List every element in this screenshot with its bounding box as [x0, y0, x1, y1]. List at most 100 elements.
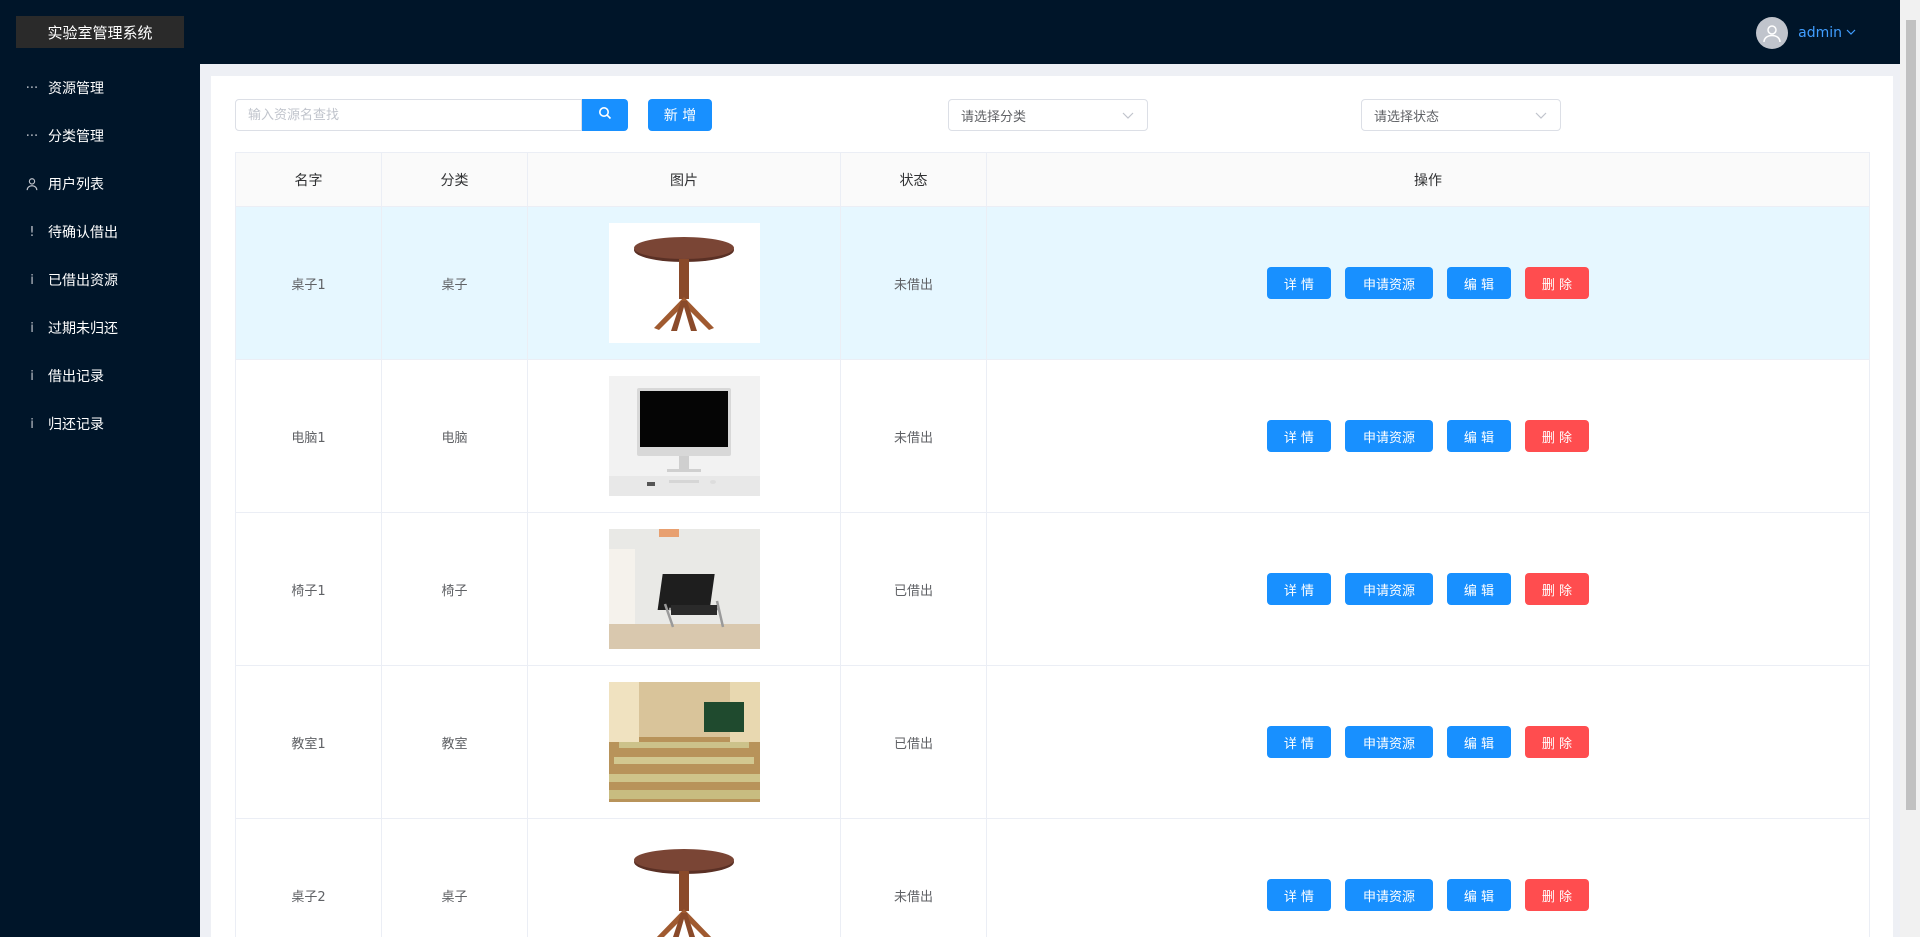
toolbar: 新 增 请选择分类 请选择状态 — [235, 99, 1875, 131]
sidebar-item-resource[interactable]: ··· 资源管理 — [0, 64, 200, 112]
cell-actions: 详 情 申请资源 编 辑 删 除 — [986, 512, 1870, 666]
cell-name: 教室1 — [235, 665, 382, 819]
category-select[interactable]: 请选择分类 — [948, 99, 1148, 131]
status-select-placeholder: 请选择状态 — [1374, 109, 1440, 125]
cell-name: 椅子1 — [235, 512, 382, 666]
delete-button[interactable]: 删 除 — [1525, 267, 1589, 299]
detail-button[interactable]: 详 情 — [1267, 573, 1331, 605]
user-menu[interactable]: admin — [1756, 17, 1856, 49]
app-logo: 实验室管理系统 — [16, 16, 184, 48]
edit-button[interactable]: 编 辑 — [1447, 573, 1511, 605]
main-content: 新 增 请选择分类 请选择状态 名字 分类 图片 状态 操作 — [211, 76, 1893, 937]
cell-image — [527, 359, 841, 513]
scrollbar-thumb[interactable] — [1906, 20, 1916, 810]
edit-button[interactable]: 编 辑 — [1447, 879, 1511, 911]
sidebar-item-users[interactable]: 用户列表 — [0, 160, 200, 208]
detail-button[interactable]: 详 情 — [1267, 726, 1331, 758]
apply-button[interactable]: 申请资源 — [1345, 420, 1433, 452]
cell-image — [527, 512, 841, 666]
apply-button[interactable]: 申请资源 — [1345, 573, 1433, 605]
sidebar-item-label: 过期未归还 — [48, 321, 118, 337]
user-icon — [24, 177, 40, 191]
sidebar: 实验室管理系统 ··· 资源管理 ··· 分类管理 用户列表 ! 待确认借出 i… — [0, 0, 200, 937]
table-row[interactable]: 桌子2 桌子 未借出 详 情 申请资源 编 辑 删 除 — [235, 818, 1870, 937]
sidebar-item-label: 借出记录 — [48, 369, 104, 385]
sidebar-item-lend-records[interactable]: i 借出记录 — [0, 352, 200, 400]
column-header-image[interactable]: 图片 — [527, 152, 841, 207]
cell-category: 椅子 — [381, 512, 528, 666]
column-header-name[interactable]: 名字 — [235, 152, 382, 207]
apply-button[interactable]: 申请资源 — [1345, 879, 1433, 911]
page-scrollbar[interactable] — [1900, 0, 1920, 937]
cell-image — [527, 818, 841, 937]
cell-image — [527, 665, 841, 819]
sidebar-item-overdue[interactable]: i 过期未归还 — [0, 304, 200, 352]
edit-button[interactable]: 编 辑 — [1447, 420, 1511, 452]
cell-category: 桌子 — [381, 818, 528, 937]
search-input[interactable] — [235, 99, 582, 131]
cell-category: 桌子 — [381, 206, 528, 360]
table-row[interactable]: 桌子1 桌子 未借出 详 情 申请资源 编 辑 删 除 — [235, 206, 1870, 360]
category-select-placeholder: 请选择分类 — [961, 109, 1027, 125]
edit-button[interactable]: 编 辑 — [1447, 726, 1511, 758]
add-button[interactable]: 新 增 — [648, 99, 712, 131]
sidebar-item-label: 待确认借出 — [48, 225, 118, 241]
chevron-down-icon — [1534, 108, 1548, 122]
table-image — [608, 223, 760, 343]
cell-actions: 详 情 申请资源 编 辑 删 除 — [986, 206, 1870, 360]
cell-name: 电脑1 — [235, 359, 382, 513]
cell-image — [527, 206, 841, 360]
exclamation-icon: ! — [29, 224, 35, 240]
table-header-row: 名字 分类 图片 状态 操作 — [235, 152, 1870, 207]
search-button[interactable] — [582, 99, 628, 131]
apply-button[interactable]: 申请资源 — [1345, 267, 1433, 299]
top-header: admin — [200, 0, 1900, 64]
chevron-down-icon — [1846, 27, 1856, 40]
delete-button[interactable]: 删 除 — [1525, 420, 1589, 452]
info-icon: i — [30, 272, 34, 288]
cell-status: 未借出 — [840, 206, 987, 360]
sidebar-item-label: 用户列表 — [48, 177, 104, 193]
column-header-category[interactable]: 分类 — [381, 152, 528, 207]
apply-button[interactable]: 申请资源 — [1345, 726, 1433, 758]
table-row[interactable]: 椅子1 椅子 已借出 详 情 申请资源 编 辑 删 除 — [235, 512, 1870, 666]
cell-category: 电脑 — [381, 359, 528, 513]
sidebar-item-category[interactable]: ··· 分类管理 — [0, 112, 200, 160]
computer-image — [608, 376, 760, 496]
sidebar-menu: ··· 资源管理 ··· 分类管理 用户列表 ! 待确认借出 i 已借出资源 i… — [0, 64, 200, 448]
resource-table: 名字 分类 图片 状态 操作 桌子1 桌子 未借出 详 情 申请资源 编 辑 删… — [235, 152, 1870, 937]
delete-button[interactable]: 删 除 — [1525, 879, 1589, 911]
cell-actions: 详 情 申请资源 编 辑 删 除 — [986, 359, 1870, 513]
cell-name: 桌子2 — [235, 818, 382, 937]
dots-icon: ··· — [25, 80, 39, 96]
sidebar-item-pending-lend[interactable]: ! 待确认借出 — [0, 208, 200, 256]
edit-button[interactable]: 编 辑 — [1447, 267, 1511, 299]
detail-button[interactable]: 详 情 — [1267, 267, 1331, 299]
info-icon: i — [30, 416, 34, 432]
delete-button[interactable]: 删 除 — [1525, 573, 1589, 605]
chair-image — [608, 529, 760, 649]
detail-button[interactable]: 详 情 — [1267, 879, 1331, 911]
sidebar-item-label: 归还记录 — [48, 417, 104, 433]
table-image — [608, 835, 760, 937]
cell-status: 未借出 — [840, 359, 987, 513]
column-header-actions[interactable]: 操作 — [986, 152, 1870, 207]
sidebar-item-label: 分类管理 — [48, 129, 104, 145]
info-icon: i — [30, 320, 34, 336]
cell-status: 未借出 — [840, 818, 987, 937]
column-header-status[interactable]: 状态 — [840, 152, 987, 207]
sidebar-item-lent[interactable]: i 已借出资源 — [0, 256, 200, 304]
sidebar-item-return-records[interactable]: i 归还记录 — [0, 400, 200, 448]
delete-button[interactable]: 删 除 — [1525, 726, 1589, 758]
cell-status: 已借出 — [840, 665, 987, 819]
classroom-image — [608, 682, 760, 802]
cell-actions: 详 情 申请资源 编 辑 删 除 — [986, 665, 1870, 819]
detail-button[interactable]: 详 情 — [1267, 420, 1331, 452]
avatar — [1756, 17, 1789, 49]
status-select[interactable]: 请选择状态 — [1361, 99, 1561, 131]
table-row[interactable]: 电脑1 电脑 未借出 详 情 申请资源 编 辑 删 除 — [235, 359, 1870, 513]
chevron-down-icon — [1121, 108, 1135, 122]
table-row[interactable]: 教室1 教室 已借出 详 情 申请资源 编 辑 删 除 — [235, 665, 1870, 819]
search-icon — [598, 106, 612, 124]
dots-icon: ··· — [25, 128, 39, 144]
